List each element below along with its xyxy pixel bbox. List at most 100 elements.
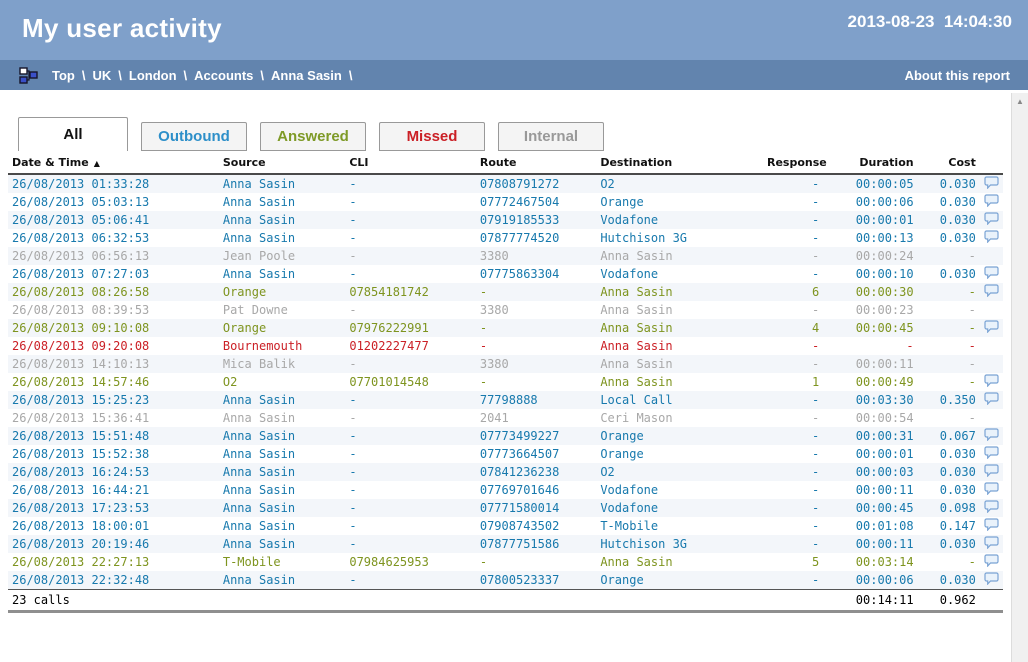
call-note-icon[interactable] bbox=[980, 535, 1003, 553]
cell-destination: Anna Sasin bbox=[596, 301, 763, 319]
cell-duration: - bbox=[823, 337, 917, 355]
cell-source: Bournemouth bbox=[219, 337, 346, 355]
cell-cli: - bbox=[345, 481, 476, 499]
breadcrumb-separator: \ bbox=[184, 68, 188, 83]
table-row: 26/08/2013 14:57:46O207701014548-Anna Sa… bbox=[8, 373, 1003, 391]
cell-destination: Anna Sasin bbox=[596, 319, 763, 337]
cell-response: - bbox=[763, 247, 823, 265]
table-row: 26/08/2013 16:24:53Anna Sasin-0784123623… bbox=[8, 463, 1003, 481]
cell-cost: 0.030 bbox=[918, 481, 980, 499]
cell-datetime: 26/08/2013 16:44:21 bbox=[8, 481, 219, 499]
cell-source: Anna Sasin bbox=[219, 517, 346, 535]
cell-duration: 00:03:30 bbox=[823, 391, 917, 409]
cell-cost: 0.030 bbox=[918, 571, 980, 590]
cell-destination: Local Call bbox=[596, 391, 763, 409]
column-header-cli[interactable]: CLI bbox=[345, 153, 476, 174]
column-header-cost[interactable]: Cost bbox=[918, 153, 980, 174]
cell-route: 07908743502 bbox=[476, 517, 596, 535]
cell-destination: Vodafone bbox=[596, 499, 763, 517]
cell-duration: 00:00:11 bbox=[823, 355, 917, 373]
cell-cli: - bbox=[345, 499, 476, 517]
table-row: 26/08/2013 15:52:38Anna Sasin-0777366450… bbox=[8, 445, 1003, 463]
page-title: My user activity bbox=[22, 13, 222, 44]
breadcrumb-separator: \ bbox=[82, 68, 86, 83]
cell-cost: 0.098 bbox=[918, 499, 980, 517]
call-note-icon[interactable] bbox=[980, 211, 1003, 229]
cell-route: - bbox=[476, 283, 596, 301]
tab-missed[interactable]: Missed bbox=[379, 122, 485, 151]
cell-destination: Hutchison 3G bbox=[596, 535, 763, 553]
cell-cost: 0.030 bbox=[918, 445, 980, 463]
table-row: 26/08/2013 09:10:08Orange07976222991-Ann… bbox=[8, 319, 1003, 337]
call-note-icon[interactable] bbox=[980, 553, 1003, 571]
call-note-icon[interactable] bbox=[980, 463, 1003, 481]
tab-outbound[interactable]: Outbound bbox=[141, 122, 247, 151]
call-note-icon[interactable] bbox=[980, 283, 1003, 301]
column-header-datetime[interactable]: Date & Time▲ bbox=[8, 153, 219, 174]
cell-route: 07841236238 bbox=[476, 463, 596, 481]
tab-all[interactable]: All bbox=[18, 117, 128, 151]
cell-empty bbox=[980, 337, 1003, 355]
cell-destination: Anna Sasin bbox=[596, 337, 763, 355]
cell-destination: Anna Sasin bbox=[596, 283, 763, 301]
cell-duration: 00:00:30 bbox=[823, 283, 917, 301]
call-note-icon[interactable] bbox=[980, 174, 1003, 193]
call-note-icon[interactable] bbox=[980, 499, 1003, 517]
cell-destination: Vodafone bbox=[596, 265, 763, 283]
call-note-icon[interactable] bbox=[980, 427, 1003, 445]
cell-route: - bbox=[476, 337, 596, 355]
call-note-icon[interactable] bbox=[980, 481, 1003, 499]
breadcrumb-item-accounts[interactable]: Accounts bbox=[194, 68, 253, 83]
cell-cli: 07854181742 bbox=[345, 283, 476, 301]
cell-duration: 00:00:01 bbox=[823, 211, 917, 229]
column-header-destination[interactable]: Destination bbox=[596, 153, 763, 174]
cell-duration: 00:00:11 bbox=[823, 481, 917, 499]
cell-source: Anna Sasin bbox=[219, 499, 346, 517]
table-row: 26/08/2013 22:27:13T-Mobile07984625953-A… bbox=[8, 553, 1003, 571]
column-header-response[interactable]: Response bbox=[763, 153, 823, 174]
breadcrumb-item-top[interactable]: Top bbox=[52, 68, 75, 83]
cell-duration: 00:00:54 bbox=[823, 409, 917, 427]
breadcrumb-item-uk[interactable]: UK bbox=[92, 68, 111, 83]
call-note-icon[interactable] bbox=[980, 373, 1003, 391]
column-header-duration[interactable]: Duration bbox=[823, 153, 917, 174]
cell-datetime: 26/08/2013 14:57:46 bbox=[8, 373, 219, 391]
scroll-up-arrow[interactable]: ▲ bbox=[1012, 93, 1028, 110]
cell-response: 6 bbox=[763, 283, 823, 301]
call-note-icon[interactable] bbox=[980, 193, 1003, 211]
call-note-icon[interactable] bbox=[980, 571, 1003, 590]
cell-cli: - bbox=[345, 301, 476, 319]
breadcrumb-item-london[interactable]: London bbox=[129, 68, 177, 83]
about-report-link[interactable]: About this report bbox=[905, 68, 1010, 83]
column-header-source[interactable]: Source bbox=[219, 153, 346, 174]
cell-duration: 00:00:03 bbox=[823, 463, 917, 481]
call-note-icon[interactable] bbox=[980, 391, 1003, 409]
cell-destination: Vodafone bbox=[596, 481, 763, 499]
cell-datetime: 26/08/2013 15:25:23 bbox=[8, 391, 219, 409]
call-note-icon[interactable] bbox=[980, 229, 1003, 247]
tab-answered[interactable]: Answered bbox=[260, 122, 366, 151]
cell-datetime: 26/08/2013 22:32:48 bbox=[8, 571, 219, 590]
breadcrumb-item-anna-sasin[interactable]: Anna Sasin bbox=[271, 68, 342, 83]
cell-cli: 07701014548 bbox=[345, 373, 476, 391]
vertical-scrollbar[interactable]: ▲ bbox=[1011, 93, 1028, 662]
cell-route: 07772467504 bbox=[476, 193, 596, 211]
call-note-icon[interactable] bbox=[980, 319, 1003, 337]
tab-internal[interactable]: Internal bbox=[498, 122, 604, 151]
cell-response: 4 bbox=[763, 319, 823, 337]
cell-source: O2 bbox=[219, 373, 346, 391]
cell-datetime: 26/08/2013 18:00:01 bbox=[8, 517, 219, 535]
call-note-icon[interactable] bbox=[980, 445, 1003, 463]
cell-cost: - bbox=[918, 337, 980, 355]
calls-count: 23 calls bbox=[8, 590, 823, 612]
cell-cost: - bbox=[918, 283, 980, 301]
cell-route: 3380 bbox=[476, 301, 596, 319]
column-header-route[interactable]: Route bbox=[476, 153, 596, 174]
call-note-icon[interactable] bbox=[980, 265, 1003, 283]
cell-datetime: 26/08/2013 08:39:53 bbox=[8, 301, 219, 319]
cell-duration: 00:00:45 bbox=[823, 499, 917, 517]
report-tabs: All Outbound Answered Missed Internal bbox=[18, 117, 1028, 151]
call-note-icon[interactable] bbox=[980, 517, 1003, 535]
table-row: 26/08/2013 22:32:48Anna Sasin-0780052333… bbox=[8, 571, 1003, 590]
cell-duration: 00:00:06 bbox=[823, 571, 917, 590]
